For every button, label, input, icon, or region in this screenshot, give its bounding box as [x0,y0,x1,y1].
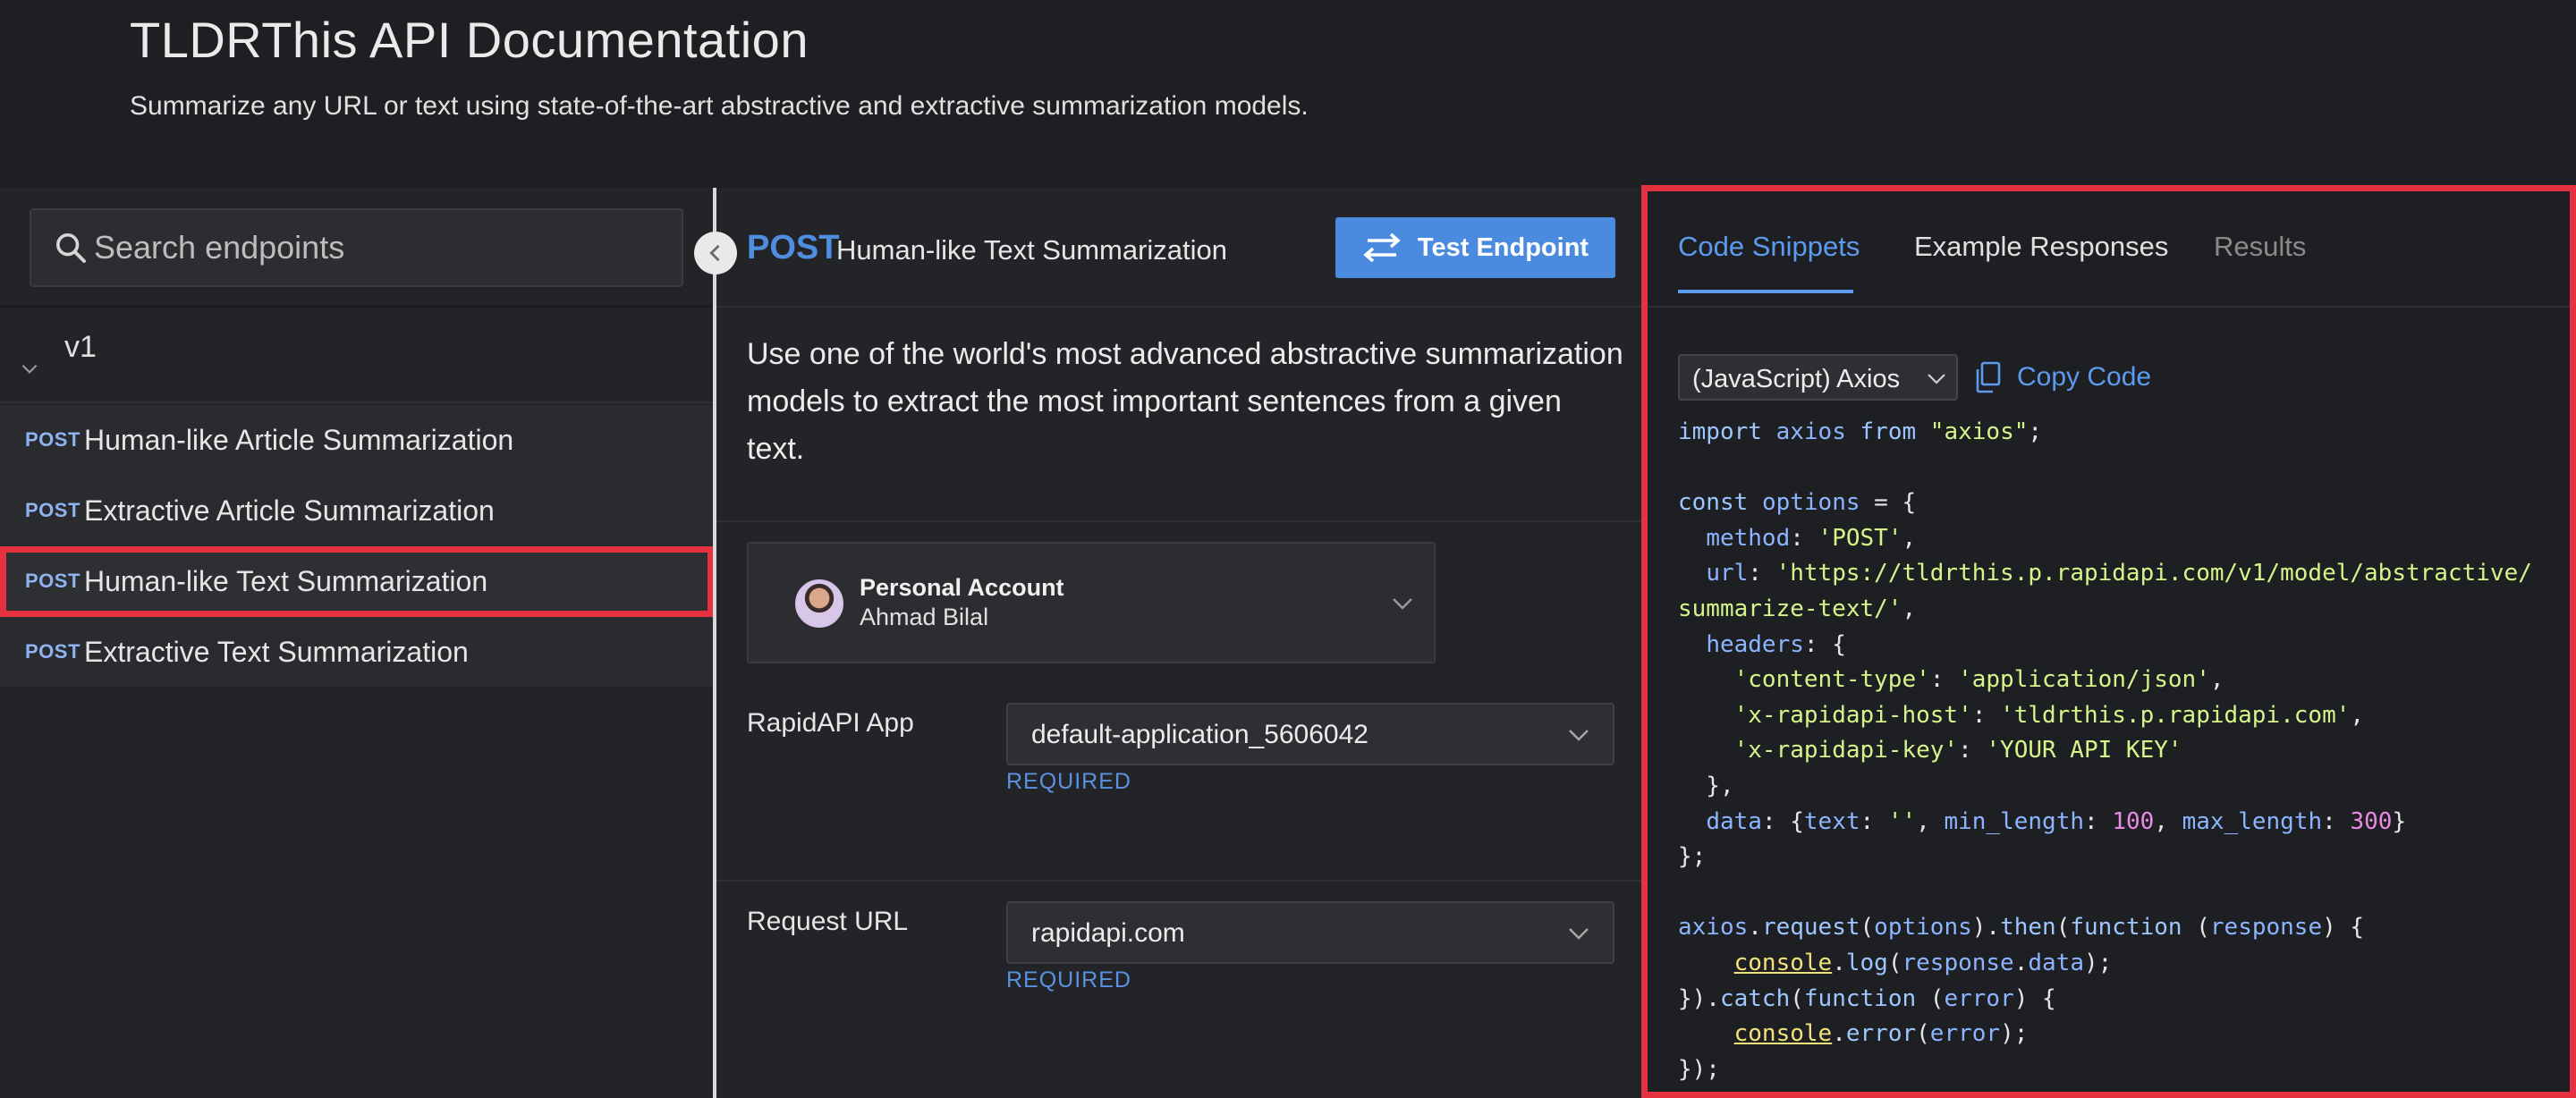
language-value: (JavaScript) Axios [1692,365,1901,393]
chevron-down-icon [21,364,38,374]
rapidapi-app-value: default-application_5606042 [1031,720,1368,749]
request-url-label: Request URL [747,907,909,936]
tab-example-responses[interactable]: Example Responses [1914,231,2168,263]
language-select[interactable]: (JavaScript) Axios [1678,354,1958,401]
divider [716,880,1641,882]
chevron-down-icon [1393,598,1412,610]
test-endpoint-button[interactable]: Test Endpoint [1335,217,1615,278]
endpoint-description: Use one of the world's most advanced abs… [747,337,1623,466]
page-subtitle: Summarize any URL or text using state-of… [130,91,1309,121]
endpoint-list: POST Human-like Article Summarization PO… [0,405,714,688]
tab-code-snippets[interactable]: Code Snippets [1678,231,1860,263]
divider [716,520,1641,522]
rapidapi-app-label: RapidAPI App [747,708,914,738]
version-label: v1 [64,330,97,364]
endpoint-name: Extractive Text Summarization [84,635,469,668]
required-label: REQUIRED [1006,769,1131,794]
chevron-left-icon [709,244,720,262]
chevron-down-icon [1569,730,1589,741]
endpoint-name: Human-like Article Summarization [84,423,514,456]
endpoint-details: POST Human-like Text Summarization Test … [716,188,1641,1098]
method-badge: POST [25,640,80,663]
search-input[interactable] [94,210,666,285]
method-badge: POST [25,570,80,592]
account-type: Personal Account [860,574,1064,601]
account-selector[interactable]: Personal Account Ahmad Bilal [747,542,1436,663]
active-tab-indicator [1678,290,1853,293]
search-box[interactable] [30,208,683,287]
copy-code-button[interactable]: Copy Code [2017,362,2151,393]
copy-icon[interactable] [1974,361,2001,393]
test-endpoint-label: Test Endpoint [1417,232,1589,262]
chevron-down-icon [1928,374,1945,384]
endpoint-header: POST Human-like Text Summarization Test … [716,188,1641,308]
endpoint-item-extractive-text[interactable]: POST Extractive Text Summarization [0,617,714,688]
method-badge: POST [25,499,80,521]
code-snippet: import axios from "axios"; const options… [1678,418,2532,1083]
endpoint-item-human-like-text[interactable]: POST Human-like Text Summarization [0,546,714,617]
endpoint-name: Human-like Text Summarization [84,564,488,597]
code-panel-tabs: Code Snippets Example Responses Results [1641,188,2576,308]
avatar [795,579,843,628]
endpoint-item-human-like-article[interactable]: POST Human-like Article Summarization [0,405,714,476]
required-label: REQUIRED [1006,967,1131,992]
code-panel: Code Snippets Example Responses Results … [1641,188,2576,1098]
page-header: TLDRThis API Documentation Summarize any… [0,0,2576,188]
collapse-sidebar-button[interactable] [694,232,737,274]
page-title: TLDRThis API Documentation [130,12,809,68]
account-name: Ahmad Bilal [860,604,989,630]
sidebar: v1 POST Human-like Article Summarization… [0,188,714,1098]
swap-arrows-icon [1363,232,1401,263]
endpoint-title: Human-like Text Summarization [836,234,1228,266]
request-url-select[interactable]: rapidapi.com [1006,901,1614,964]
search-area [0,188,714,308]
endpoint-item-extractive-article[interactable]: POST Extractive Article Summarization [0,476,714,546]
rapidapi-app-select[interactable]: default-application_5606042 [1006,703,1614,765]
version-group-header[interactable]: v1 [0,310,714,403]
chevron-down-icon [1569,928,1589,940]
method-badge: POST [25,428,80,451]
tab-results[interactable]: Results [2214,231,2306,263]
endpoint-method: POST [747,229,840,266]
search-icon [56,233,86,263]
request-url-value: rapidapi.com [1031,918,1185,948]
endpoint-name: Extractive Article Summarization [84,494,495,527]
